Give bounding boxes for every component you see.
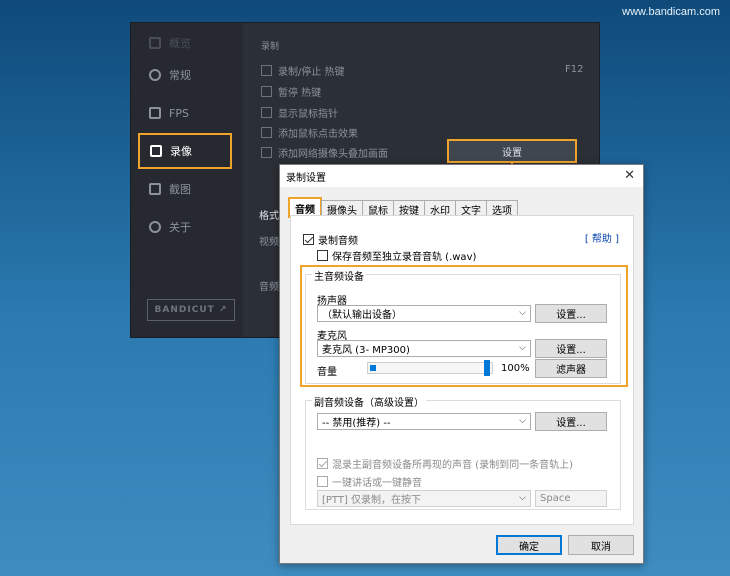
help-link[interactable]: [ 帮助 ]	[585, 230, 619, 245]
record-settings-dialog: 录制设置 ✕ 音频 摄像头 鼠标 按键 水印 文字 选项 录制音频 [ 帮助 ]…	[279, 164, 644, 564]
secondary-audio-group-title: 副音频设备（高级设置）	[312, 394, 426, 409]
sidebar-item-label: FPS	[169, 106, 189, 120]
speaker-select[interactable]: （默认输出设备） ⌵	[317, 305, 531, 322]
record-audio-option[interactable]: 录制音频	[303, 232, 358, 247]
save-separate-checkbox[interactable]	[317, 250, 328, 261]
ok-button[interactable]: 确定	[496, 535, 562, 555]
volume-slider-handle[interactable]	[484, 360, 490, 376]
option-show-cursor[interactable]: 显示鼠标指针	[261, 105, 338, 120]
checkbox[interactable]	[261, 147, 272, 158]
save-separate-option[interactable]: 保存音频至独立录音音轨 (.wav)	[317, 248, 476, 263]
ptt-key-field[interactable]: Space	[535, 490, 607, 507]
chevron-down-icon: ⌵	[519, 493, 526, 503]
sidebar-item-label: 录像	[170, 145, 192, 158]
option-label: 添加网络摄像头叠加画面	[278, 149, 388, 160]
option-label: 显示鼠标指针	[278, 109, 338, 120]
secondary-settings-button[interactable]: 设置...	[535, 412, 607, 431]
option-label: 录制/停止 热键	[278, 67, 345, 78]
watermark-text: www.bandicam.com	[622, 6, 720, 18]
save-separate-label: 保存音频至独立录音音轨 (.wav)	[332, 252, 477, 263]
sidebar-item-label: 截图	[169, 183, 191, 196]
sidebar-item-label: 常规	[169, 69, 191, 82]
secondary-device-value: -- 禁用(推荐) --	[322, 418, 391, 429]
volume-slider[interactable]	[367, 360, 493, 376]
section-label: 录制	[261, 42, 280, 52]
dialog-title: 录制设置	[286, 172, 326, 184]
image-icon	[149, 183, 161, 195]
video-label: 视频	[259, 237, 279, 248]
sidebar-item-record[interactable]: 录像	[138, 133, 232, 169]
ptt-label: 一键讲话或一键静音	[332, 478, 422, 489]
checkbox[interactable]	[261, 86, 272, 97]
ptt-mode-value: [PTT] 仅录制，在按下	[322, 495, 422, 506]
chevron-down-icon: ⌵	[519, 416, 526, 426]
volume-value: 100%	[501, 363, 530, 374]
home-icon	[149, 37, 161, 49]
checkbox[interactable]	[261, 107, 272, 118]
sidebar-item-label: 概览	[169, 37, 191, 50]
mix-option[interactable]: 混录主副音频设备所再现的声音 (录制到同一条音轨上)	[317, 456, 573, 471]
option-pause-hotkey[interactable]: 暂停 热键	[261, 84, 321, 99]
volume-label: 音量	[317, 367, 337, 378]
ptt-option[interactable]: 一键讲话或一键静音	[317, 474, 422, 489]
mic-value: 麦克风 (3- MP300)	[322, 345, 410, 356]
record-settings-button[interactable]: 设置	[447, 139, 577, 163]
audio-label: 音频	[259, 282, 279, 293]
speaker-value: （默认输出设备）	[322, 310, 402, 321]
gear-icon	[149, 69, 161, 81]
format-label: 格式	[259, 211, 279, 222]
mic-settings-button[interactable]: 设置...	[535, 339, 607, 358]
cancel-button[interactable]: 取消	[568, 535, 634, 555]
mix-checkbox[interactable]	[317, 458, 328, 469]
option-webcam-overlay[interactable]: 添加网络摄像头叠加画面	[261, 145, 388, 160]
sidebar-item-fps[interactable]: FPS	[139, 97, 231, 129]
record-audio-label: 录制音频	[318, 236, 358, 247]
filter-button[interactable]: 滤声器	[535, 359, 607, 378]
mix-label: 混录主副音频设备所再现的声音 (录制到同一条音轨上)	[332, 460, 573, 471]
record-audio-checkbox[interactable]	[303, 234, 314, 245]
secondary-device-select[interactable]: -- 禁用(推荐) -- ⌵	[317, 413, 531, 430]
info-icon	[149, 221, 161, 233]
speaker-settings-button[interactable]: 设置...	[535, 304, 607, 323]
chevron-down-icon: ⌵	[519, 308, 526, 318]
option-record-hotkey[interactable]: 录制/停止 热键	[261, 63, 345, 78]
sidebar-item-label: 关于	[169, 221, 191, 234]
mic-select[interactable]: 麦克风 (3- MP300) ⌵	[317, 340, 531, 357]
sidebar-item-about[interactable]: 关于	[139, 211, 231, 243]
sidebar-item-image[interactable]: 截图	[139, 173, 231, 205]
sidebar-item-general[interactable]: 常规	[139, 59, 231, 91]
dialog-titlebar: 录制设置	[280, 165, 643, 187]
sidebar-item-overview[interactable]: 概览	[139, 27, 231, 59]
option-label: 暂停 热键	[278, 88, 322, 99]
ptt-mode-select[interactable]: [PTT] 仅录制，在按下 ⌵	[317, 490, 531, 507]
app-sidebar: 概览 常规 FPS 录像 截图 关于 BANDICUT ↗	[131, 23, 243, 337]
volume-slider-fill	[370, 365, 376, 371]
video-record-icon	[150, 145, 162, 157]
option-click-effect[interactable]: 添加鼠标点击效果	[261, 125, 358, 140]
close-icon[interactable]: ✕	[624, 168, 635, 183]
ptt-checkbox[interactable]	[317, 476, 328, 487]
hotkey-value[interactable]: F12	[565, 64, 583, 75]
checkbox[interactable]	[261, 127, 272, 138]
checkbox[interactable]	[261, 65, 272, 76]
audio-tab-panel: 录制音频 [ 帮助 ] 保存音频至独立录音音轨 (.wav) 主音频设备 扬声器…	[290, 215, 634, 525]
fps-icon	[149, 107, 161, 119]
option-label: 添加鼠标点击效果	[278, 129, 358, 140]
chevron-down-icon: ⌵	[519, 343, 526, 353]
bandicut-button[interactable]: BANDICUT ↗	[147, 299, 235, 321]
